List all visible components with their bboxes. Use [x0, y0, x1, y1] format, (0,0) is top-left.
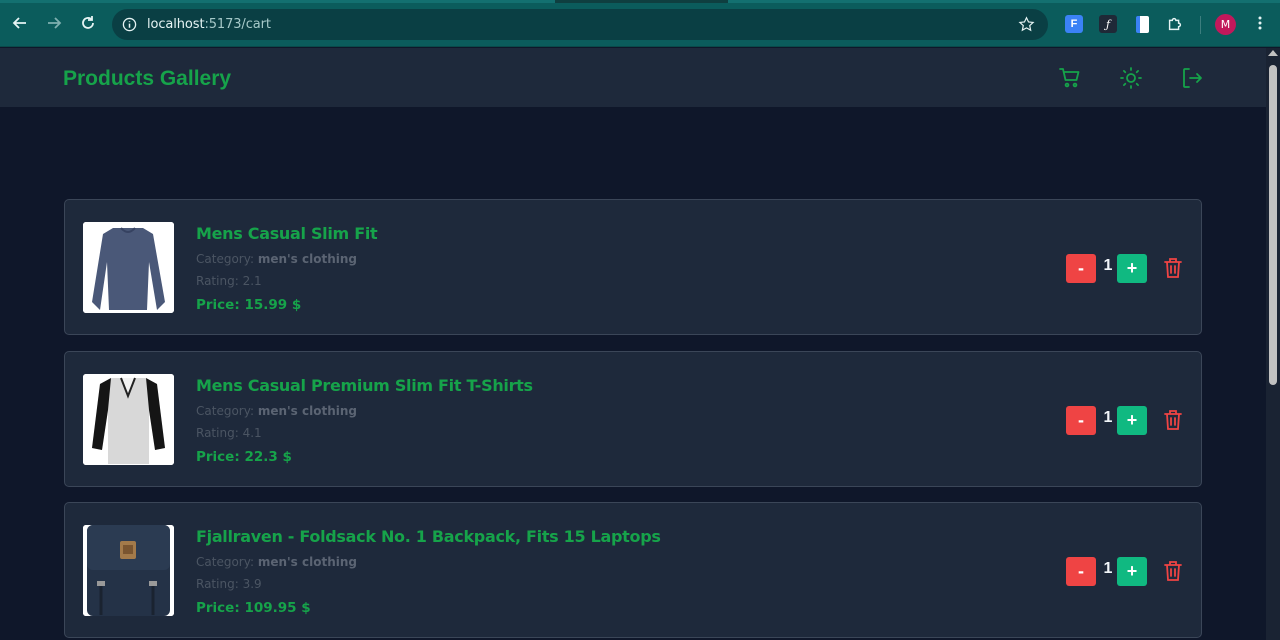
product-price: Price: 109.95 $	[196, 600, 311, 616]
scrollbar-thumb[interactable]	[1269, 65, 1277, 385]
reload-icon[interactable]	[76, 11, 100, 35]
cart-item: Fjallraven - Foldsack No. 1 Backpack, Fi…	[64, 502, 1202, 638]
cart-icon[interactable]	[1058, 66, 1082, 90]
quantity-value: 1	[1103, 409, 1113, 426]
logout-icon[interactable]	[1180, 66, 1204, 90]
address-bar[interactable]: localhost:5173/cart	[112, 9, 1048, 40]
product-rating: Rating: 3.9	[196, 577, 262, 591]
quantity-value: 1	[1103, 560, 1113, 577]
cart-item: Mens Casual Slim Fit Category: men's clo…	[64, 199, 1202, 335]
product-title[interactable]: Mens Casual Slim Fit	[196, 224, 378, 243]
product-image	[83, 222, 174, 313]
back-icon[interactable]	[8, 11, 32, 35]
product-title[interactable]: Fjallraven - Foldsack No. 1 Backpack, Fi…	[196, 527, 661, 546]
trash-icon[interactable]	[1163, 257, 1183, 279]
product-price: Price: 22.3 $	[196, 449, 292, 465]
scroll-up-arrow-icon[interactable]	[1268, 50, 1278, 56]
product-category: Category: men's clothing	[196, 252, 357, 266]
trash-icon[interactable]	[1163, 409, 1183, 431]
increase-quantity-button[interactable]: +	[1117, 557, 1147, 586]
decrease-quantity-button[interactable]: -	[1066, 254, 1096, 283]
cart-item: Mens Casual Premium Slim Fit T-Shirts Ca…	[64, 351, 1202, 487]
product-title[interactable]: Mens Casual Premium Slim Fit T-Shirts	[196, 376, 533, 395]
browser-menu-icon[interactable]	[1248, 11, 1272, 35]
forward-icon[interactable]	[42, 11, 66, 35]
extension-fx-icon[interactable]: ƒ	[1098, 14, 1118, 34]
extension-f-icon[interactable]: F	[1064, 14, 1084, 34]
extensions-puzzle-icon[interactable]	[1165, 14, 1185, 34]
toolbar-divider	[1200, 16, 1201, 34]
extension-docs-icon[interactable]	[1132, 14, 1152, 34]
increase-quantity-button[interactable]: +	[1117, 406, 1147, 435]
product-category: Category: men's clothing	[196, 404, 357, 418]
decrease-quantity-button[interactable]: -	[1066, 406, 1096, 435]
decrease-quantity-button[interactable]: -	[1066, 557, 1096, 586]
tab-strip	[0, 0, 1280, 3]
trash-icon[interactable]	[1163, 560, 1183, 582]
bookmark-star-icon[interactable]	[1018, 16, 1035, 33]
product-image	[83, 374, 174, 465]
product-price: Price: 15.99 $	[196, 297, 302, 313]
product-rating: Rating: 2.1	[196, 274, 262, 288]
site-info-icon[interactable]	[122, 17, 137, 32]
profile-avatar[interactable]: M	[1215, 14, 1236, 35]
product-rating: Rating: 4.1	[196, 426, 262, 440]
increase-quantity-button[interactable]: +	[1117, 254, 1147, 283]
brand-title[interactable]: Products Gallery	[63, 67, 231, 91]
product-image	[83, 525, 174, 616]
sun-icon[interactable]	[1119, 66, 1143, 90]
product-category: Category: men's clothing	[196, 555, 357, 569]
quantity-value: 1	[1103, 257, 1113, 274]
url-text: localhost:5173/cart	[147, 17, 271, 32]
browser-toolbar: localhost:5173/cart F ƒ M	[0, 0, 1280, 47]
